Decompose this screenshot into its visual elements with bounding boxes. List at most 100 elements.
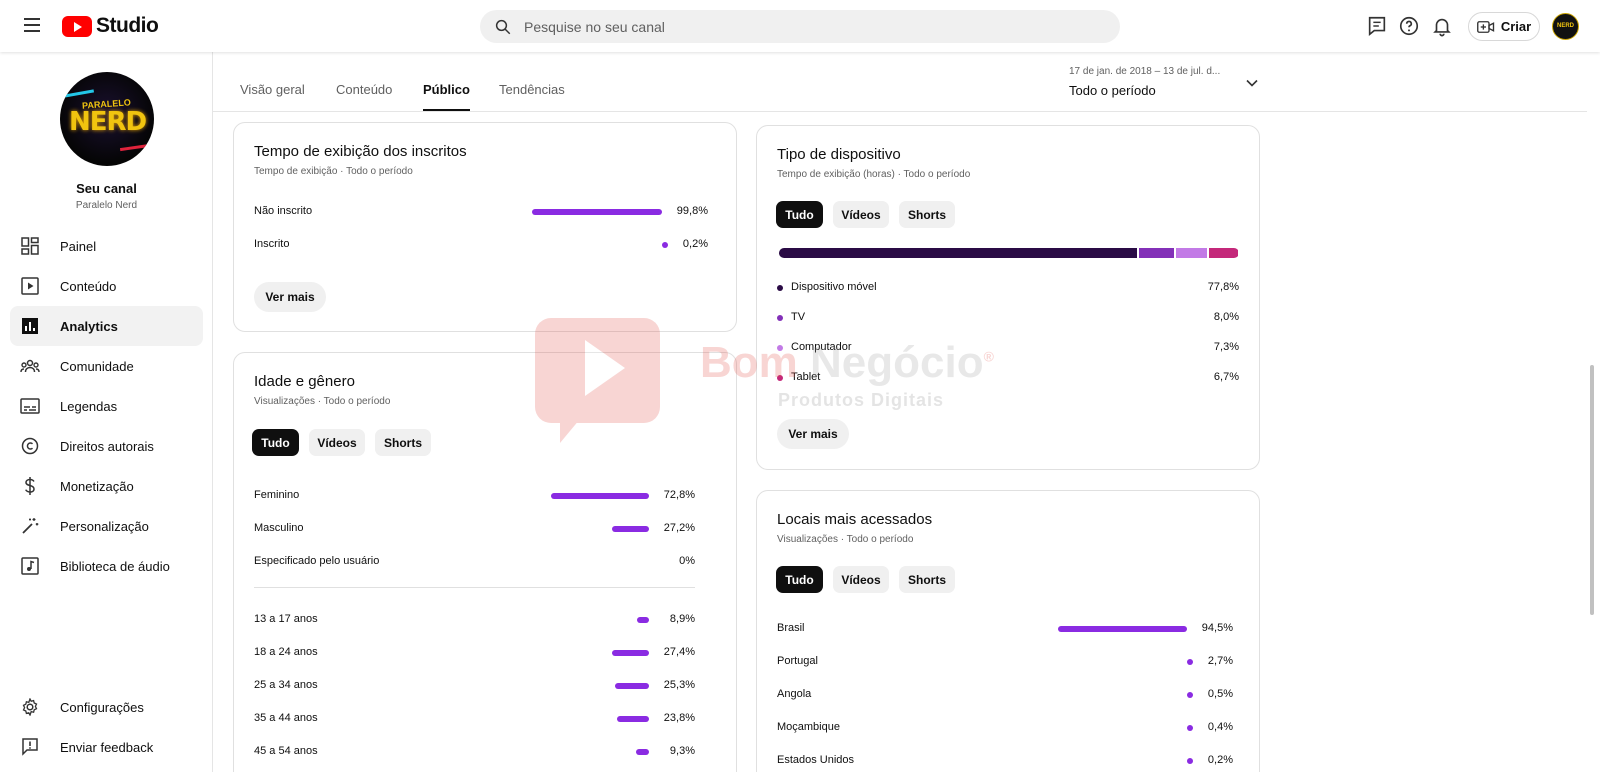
row-value: 6,7%	[1213, 371, 1239, 383]
share-dot	[1187, 659, 1193, 665]
card-subtitle: Tempo de exibição (horas) · Todo o perío…	[777, 169, 971, 180]
device-segment	[1207, 248, 1239, 258]
row-label: TV	[791, 311, 806, 323]
menu-icon[interactable]	[20, 14, 44, 38]
row-value: 23,8%	[663, 712, 695, 724]
device-type-card: Tipo de dispositivo Tempo de exibição (h…	[756, 125, 1260, 470]
sidebar-item-biblioteca-de-audio[interactable]: Biblioteca de áudio	[10, 546, 203, 586]
content-icon	[20, 276, 40, 296]
device-segment	[1136, 248, 1174, 258]
create-video-icon	[1476, 20, 1494, 33]
studio-logo[interactable]: Studio	[62, 14, 159, 38]
sidebar-item-label: Monetização	[60, 478, 134, 494]
sidebar-item-painel[interactable]: Painel	[10, 226, 203, 266]
sidebar-item-enviar-feedback[interactable]: Enviar feedback	[10, 727, 203, 767]
subtitles-icon	[20, 396, 40, 416]
list-item: 45 a 54 anos 9,3%	[254, 745, 695, 761]
row-label: Portugal	[777, 655, 818, 667]
row-label: 35 a 44 anos	[254, 712, 318, 724]
see-more-button[interactable]: Ver mais	[777, 419, 849, 449]
sidebar-item-label: Comunidade	[60, 358, 134, 374]
chip-shorts[interactable]: Shorts	[899, 201, 955, 228]
row-value: 8,9%	[669, 613, 695, 625]
account-avatar[interactable]: NERD	[1552, 13, 1579, 40]
account-avatar-text: NERD	[1556, 23, 1574, 29]
list-item: Feminino 72,8%	[254, 489, 695, 505]
share-bar	[614, 683, 649, 689]
period-selector[interactable]: 17 de jan. de 2018 – 13 de jul. d... Tod…	[1069, 66, 1269, 98]
search-bar[interactable]	[480, 10, 1120, 43]
card-subtitle: Tempo de exibição · Todo o período	[254, 166, 413, 177]
legend-dot	[777, 315, 783, 321]
list-item: TV 8,0%	[777, 311, 1239, 327]
share-dot	[1187, 758, 1193, 764]
device-segment	[1173, 248, 1208, 258]
device-stacked-bar	[779, 248, 1239, 258]
share-dot	[1187, 725, 1193, 731]
row-value: 7,3%	[1213, 341, 1239, 353]
chip-tudo[interactable]: Tudo	[776, 201, 823, 228]
sidebar-item-analytics[interactable]: Analytics	[10, 306, 203, 346]
list-item: Masculino 27,2%	[254, 522, 695, 538]
row-value: 0,2%	[682, 238, 708, 250]
community-icon	[20, 356, 40, 376]
row-label: 18 a 24 anos	[254, 646, 318, 658]
list-item: 18 a 24 anos 27,4%	[254, 646, 695, 662]
row-value: 0,2%	[1207, 754, 1233, 766]
sidebar-item-comunidade[interactable]: Comunidade	[10, 346, 203, 386]
see-more-button[interactable]: Ver mais	[254, 282, 326, 312]
chip-tudo[interactable]: Tudo	[252, 429, 299, 456]
row-value: 27,2%	[663, 522, 695, 534]
sidebar-item-legendas[interactable]: Legendas	[10, 386, 203, 426]
create-button[interactable]: Criar	[1468, 12, 1540, 41]
list-item: Brasil 94,5%	[777, 622, 1233, 638]
comments-icon[interactable]	[1366, 15, 1388, 37]
list-item: Dispositivo móvel 77,8%	[777, 281, 1239, 297]
search-icon	[495, 19, 511, 34]
analytics-tabs: Visão geral Conteúdo Público Tendências …	[213, 52, 1587, 112]
subscribers-card: Tempo de exibição dos inscritos Tempo de…	[233, 122, 737, 332]
create-label: Criar	[1500, 19, 1532, 34]
page-scrollbar[interactable]	[1590, 365, 1594, 615]
list-item: Angola 0,5%	[777, 688, 1233, 704]
chip-shorts[interactable]: Shorts	[375, 429, 431, 456]
sidebar-item-monetizacao[interactable]: Monetização	[10, 466, 203, 506]
chip-tudo[interactable]: Tudo	[776, 566, 823, 593]
tab-publico[interactable]: Público	[423, 82, 470, 111]
row-value: 0,4%	[1207, 721, 1233, 733]
row-value: 72,8%	[663, 489, 695, 501]
row-label: Moçambique	[777, 721, 840, 733]
avatar-text-big: NERD	[69, 107, 147, 137]
tab-conteudo[interactable]: Conteúdo	[336, 82, 392, 109]
sidebar-item-conteudo[interactable]: Conteúdo	[10, 266, 203, 306]
chip-videos[interactable]: Vídeos	[833, 566, 889, 593]
legend-dot	[777, 285, 783, 291]
sidebar-item-direitos-autorais[interactable]: Direitos autorais	[10, 426, 203, 466]
customization-icon	[20, 516, 40, 536]
legend-dot	[777, 375, 783, 381]
analytics-icon	[20, 316, 40, 336]
row-label: Dispositivo móvel	[791, 281, 877, 293]
sidebar-item-configuracoes[interactable]: Configurações	[10, 687, 203, 727]
sidebar-item-personalizacao[interactable]: Personalização	[10, 506, 203, 546]
share-bar	[550, 493, 649, 499]
settings-icon	[20, 697, 40, 717]
row-label: 13 a 17 anos	[254, 613, 318, 625]
device-segment	[779, 248, 1137, 258]
row-value: 9,3%	[669, 745, 695, 757]
tab-visao-geral[interactable]: Visão geral	[240, 82, 305, 109]
chip-videos[interactable]: Vídeos	[309, 429, 365, 456]
search-input[interactable]	[524, 18, 1084, 35]
notifications-icon[interactable]	[1431, 15, 1453, 37]
chip-shorts[interactable]: Shorts	[899, 566, 955, 593]
divider	[254, 587, 695, 588]
list-item: Estados Unidos 0,2%	[777, 754, 1233, 770]
card-title: Locais mais acessados	[777, 511, 933, 528]
row-label: Não inscrito	[254, 205, 313, 217]
tab-tendencias[interactable]: Tendências	[499, 82, 565, 109]
help-icon[interactable]	[1398, 15, 1420, 37]
channel-avatar[interactable]: PARALELO NERD	[60, 72, 154, 166]
chip-videos[interactable]: Vídeos	[833, 201, 889, 228]
period-label: Todo o período	[1069, 83, 1156, 98]
share-bar	[612, 650, 649, 656]
